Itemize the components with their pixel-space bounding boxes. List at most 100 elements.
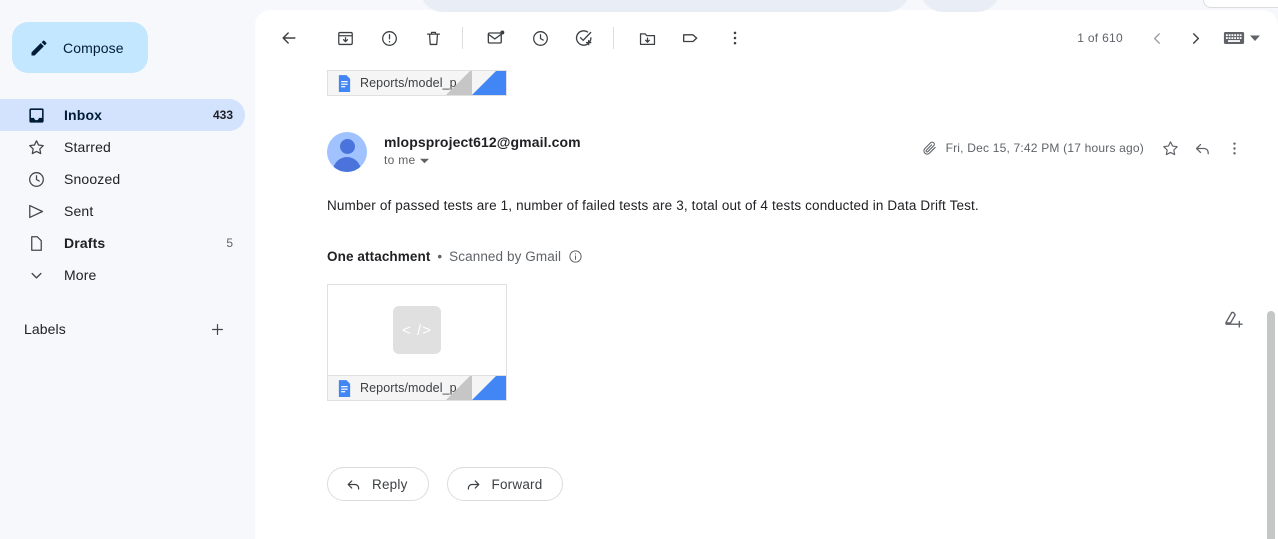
sidebar-item-inbox[interactable]: Inbox 433	[0, 99, 245, 131]
sidebar-item-sent[interactable]: Sent	[0, 195, 245, 227]
archive-button[interactable]	[325, 18, 365, 58]
recipient-label: to me	[384, 153, 416, 167]
sidebar-item-label: More	[64, 267, 97, 283]
mark-unread-button[interactable]	[476, 18, 516, 58]
draft-icon	[26, 233, 46, 253]
save-to-drive-corner-icon[interactable]	[472, 376, 506, 400]
attachments-section: One attachment • Scanned by Gmail < /> R…	[327, 249, 1278, 401]
plus-icon[interactable]	[207, 319, 227, 339]
recipient-toggle[interactable]: to me	[384, 153, 581, 167]
thread-scroll-area[interactable]: Reports/model_p... mlopsproject612@gmail…	[255, 66, 1278, 539]
sidebar: Compose Inbox 433 Starred Snoozed Sent D…	[0, 0, 255, 539]
archive-icon	[336, 29, 355, 48]
vertical-scrollbar[interactable]	[1267, 311, 1275, 539]
more-vertical-icon	[1226, 140, 1243, 157]
message-counter: 1 of 610	[1077, 31, 1123, 45]
message-more-button[interactable]	[1218, 132, 1250, 164]
avatar-head	[339, 139, 355, 154]
chevron-left-icon	[1149, 30, 1166, 47]
avatar-body	[333, 157, 361, 172]
add-to-tasks-icon	[574, 28, 594, 48]
drive-add-icon	[1223, 309, 1245, 331]
toolbar-divider	[462, 27, 463, 49]
input-tools-button[interactable]	[1215, 30, 1264, 46]
paperclip-icon	[921, 140, 938, 157]
attachment-card[interactable]: < /> Reports/model_p...	[327, 284, 507, 401]
inbox-unread-count: 433	[212, 108, 233, 122]
sidebar-item-label: Drafts	[64, 235, 106, 251]
previous-message-button[interactable]	[1139, 20, 1175, 56]
message-container: mlopsproject612@gmail.com to me Fri, Dec…	[255, 66, 1278, 501]
info-circle-icon[interactable]	[568, 249, 583, 264]
forward-button-label: Forward	[491, 476, 543, 492]
caret-down-icon	[1250, 33, 1260, 43]
toolbar-right-group: 1 of 610	[1077, 20, 1270, 56]
reply-icon-button[interactable]	[1186, 132, 1218, 164]
message-date: Fri, Dec 15, 7:42 PM (17 hours ago)	[945, 141, 1144, 155]
html-file-type-icon: < />	[393, 306, 441, 354]
back-arrow-icon	[279, 28, 299, 48]
report-spam-button[interactable]	[369, 18, 409, 58]
sidebar-item-label: Inbox	[64, 107, 103, 123]
move-to-button[interactable]	[627, 18, 667, 58]
sidebar-item-label: Sent	[64, 203, 94, 219]
mark-unread-icon	[486, 28, 506, 48]
star-icon	[1161, 139, 1180, 158]
attachments-header: One attachment • Scanned by Gmail	[327, 249, 1278, 264]
drafts-count: 5	[226, 236, 233, 250]
chevron-down-icon	[26, 265, 46, 285]
sidebar-nav: Inbox 433 Starred Snoozed Sent Drafts 5 …	[0, 99, 255, 345]
snooze-button[interactable]	[520, 18, 560, 58]
avatar	[327, 132, 367, 172]
sender-block: mlopsproject612@gmail.com to me	[384, 128, 581, 167]
sidebar-item-drafts[interactable]: Drafts 5	[0, 227, 245, 259]
delete-button[interactable]	[413, 18, 453, 58]
compose-label: Compose	[63, 39, 124, 56]
back-button[interactable]	[269, 18, 309, 58]
document-file-icon	[337, 379, 352, 397]
compose-button[interactable]: Compose	[12, 22, 148, 73]
star-message-button[interactable]	[1154, 132, 1186, 164]
reply-arrow-icon	[345, 476, 362, 493]
sidebar-item-more[interactable]: More	[0, 259, 245, 291]
reply-arrow-icon	[1193, 139, 1212, 158]
reply-button[interactable]: Reply	[327, 467, 429, 501]
message-header-actions: Fri, Dec 15, 7:42 PM (17 hours ago)	[921, 132, 1250, 164]
save-all-to-drive-button[interactable]	[1218, 304, 1250, 336]
clock-icon	[26, 169, 46, 189]
more-vertical-icon	[726, 29, 744, 47]
inbox-icon	[26, 105, 46, 125]
message-toolbar: 1 of 610	[255, 10, 1278, 66]
keyboard-icon	[1223, 30, 1245, 46]
gmail-app: Compose Inbox 433 Starred Snoozed Sent D…	[0, 0, 1278, 539]
attachment-preview[interactable]: < />	[327, 284, 507, 375]
report-spam-icon	[380, 29, 399, 48]
move-to-folder-icon	[638, 29, 657, 48]
sidebar-item-label: Snoozed	[64, 171, 121, 187]
more-options-button[interactable]	[715, 18, 755, 58]
labels-title: Labels	[24, 321, 66, 337]
reply-button-label: Reply	[372, 476, 408, 492]
sender-email[interactable]: mlopsproject612@gmail.com	[384, 134, 581, 150]
chevron-right-icon	[1187, 30, 1204, 47]
caret-down-icon	[419, 156, 429, 165]
labels-button[interactable]	[671, 18, 711, 58]
trash-icon	[424, 29, 443, 48]
sidebar-item-starred[interactable]: Starred	[0, 131, 245, 163]
send-icon	[26, 201, 46, 221]
attachment-count-label: One attachment	[327, 249, 431, 264]
separator-dot: •	[437, 249, 443, 264]
add-to-tasks-button[interactable]	[564, 18, 604, 58]
sidebar-item-label: Starred	[64, 139, 111, 155]
forward-button[interactable]: Forward	[446, 467, 564, 501]
scanned-label: Scanned by Gmail	[449, 249, 562, 264]
snooze-clock-icon	[531, 29, 550, 48]
toolbar-divider-2	[613, 27, 614, 49]
next-message-button[interactable]	[1177, 20, 1213, 56]
chip-corner-gray	[446, 376, 472, 400]
attachment-filename-bar[interactable]: Reports/model_p...	[327, 375, 507, 401]
sidebar-item-snoozed[interactable]: Snoozed	[0, 163, 245, 195]
message-body: Number of passed tests are 1, number of …	[327, 198, 979, 213]
pencil-icon	[29, 38, 49, 58]
message-actions: Reply Forward	[327, 467, 1278, 501]
